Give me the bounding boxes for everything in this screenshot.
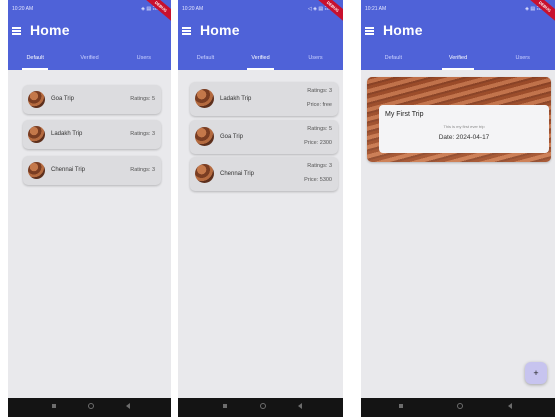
tab-indicator	[22, 68, 49, 70]
tab-label: Default	[196, 55, 215, 61]
status-bar: 10:20 AM ◈ ▤ ☷.ıl ▭	[8, 0, 171, 16]
trip-rating: Ratings: 3	[130, 131, 155, 137]
trip-rating: Ratings: 3	[307, 88, 332, 94]
menu-icon[interactable]	[365, 27, 374, 35]
page-title: Home	[383, 22, 423, 38]
app-bar: 10:20 AM ◈ ▤ ☷.ıl ▭ DEBUG Home Default V…	[8, 0, 171, 70]
tab-default[interactable]: Default	[8, 50, 62, 70]
home-icon[interactable]	[457, 403, 463, 409]
trip-name: Chennai Trip	[220, 171, 255, 177]
screenshot-collage: 10:20 AM ◈ ▤ ☷.ıl ▭ DEBUG Home Default V…	[0, 0, 555, 417]
recents-icon[interactable]	[52, 404, 56, 408]
recents-icon[interactable]	[223, 404, 227, 408]
trip-thumbnail	[195, 89, 214, 108]
back-icon[interactable]	[126, 403, 130, 409]
tab-default[interactable]: Default	[361, 50, 426, 70]
tab-label: Default	[26, 55, 44, 61]
tab-bar: Default Verified Users	[8, 50, 171, 70]
trip-name: Goa Trip	[51, 96, 75, 102]
tab-indicator	[247, 68, 274, 70]
status-bar: 10:21 AM ◈ ▤ ☷.ıl ▭	[361, 0, 555, 16]
trip-thumbnail	[28, 91, 45, 108]
phone-screen-users: 10:21 AM ◈ ▤ ☷.ıl ▭ DEBUG Home Default V…	[361, 0, 555, 417]
trip-price: Price: 2300	[304, 140, 332, 146]
tab-users[interactable]: Users	[490, 50, 555, 70]
trip-title: My First Trip	[385, 111, 424, 118]
trip-rating: Ratings: 5	[307, 126, 332, 132]
tab-label: Users	[515, 55, 530, 61]
trip-thumbnail	[195, 127, 214, 146]
trip-thumbnail	[28, 126, 45, 143]
tab-label: Users	[136, 55, 151, 61]
trip-price: Price: free	[306, 102, 332, 108]
trip-name: Chennai Trip	[51, 167, 86, 173]
tab-users[interactable]: Users	[288, 50, 343, 70]
tab-verified[interactable]: Verified	[233, 50, 288, 70]
back-icon[interactable]	[508, 403, 512, 409]
tab-label: Users	[308, 55, 323, 61]
trip-thumbnail	[28, 162, 45, 179]
menu-icon[interactable]	[12, 27, 21, 35]
trip-card[interactable]: Chennai Trip Ratings: 3 Price: 5300	[190, 157, 338, 191]
tab-label: Verified	[251, 55, 270, 61]
phone-screen-default: 10:20 AM ◈ ▤ ☷.ıl ▭ DEBUG Home Default V…	[8, 0, 171, 417]
trip-description: This is my first ever trip	[443, 124, 485, 129]
tab-users[interactable]: Users	[117, 50, 171, 70]
trip-name: Ladakh Trip	[220, 96, 252, 102]
tab-bar: Default Verified Users	[178, 50, 343, 70]
status-time: 10:20 AM	[12, 6, 34, 12]
trip-name: Ladakh Trip	[51, 131, 83, 137]
system-nav-bar	[178, 398, 343, 417]
status-time: 10:20 AM	[182, 6, 204, 12]
page-title: Home	[30, 22, 70, 38]
tab-verified[interactable]: Verified	[426, 50, 491, 70]
trip-date: Date: 2024-04-17	[438, 134, 490, 141]
page-title: Home	[200, 22, 240, 38]
trip-rating: Ratings: 3	[130, 167, 155, 173]
home-icon[interactable]	[88, 403, 94, 409]
add-trip-button[interactable]: +	[525, 362, 547, 384]
featured-trip-card[interactable]: My First Trip This is my first ever trip…	[367, 77, 551, 162]
back-icon[interactable]	[298, 403, 302, 409]
trip-card[interactable]: Goa Trip Ratings: 5	[23, 85, 161, 114]
trip-rating: Ratings: 3	[307, 163, 332, 169]
menu-icon[interactable]	[182, 27, 191, 35]
recents-icon[interactable]	[399, 404, 403, 408]
home-icon[interactable]	[260, 403, 266, 409]
tab-indicator	[442, 68, 474, 70]
trip-card[interactable]: Goa Trip Ratings: 5 Price: 2300	[190, 120, 338, 154]
trip-price: Price: 5300	[304, 177, 332, 183]
app-bar: 10:21 AM ◈ ▤ ☷.ıl ▭ DEBUG Home Default V…	[361, 0, 555, 70]
phone-screen-verified: 10:20 AM ◁ ◈ ▤ ☷.ıl ▭ DEBUG Home Default…	[178, 0, 343, 417]
tab-label: Default	[384, 55, 403, 61]
tab-bar: Default Verified Users	[361, 50, 555, 70]
trip-rating: Ratings: 5	[130, 96, 155, 102]
trip-name: Goa Trip	[220, 134, 244, 140]
trip-card[interactable]: Chennai Trip Ratings: 3	[23, 156, 161, 185]
system-nav-bar	[8, 398, 171, 417]
trip-card[interactable]: Ladakh Trip Ratings: 3 Price: free	[190, 82, 338, 116]
tab-default[interactable]: Default	[178, 50, 233, 70]
status-time: 10:21 AM	[365, 6, 387, 12]
status-bar: 10:20 AM ◁ ◈ ▤ ☷.ıl ▭	[178, 0, 343, 16]
trip-info-panel: My First Trip This is my first ever trip…	[379, 105, 549, 153]
app-bar: 10:20 AM ◁ ◈ ▤ ☷.ıl ▭ DEBUG Home Default…	[178, 0, 343, 70]
trip-thumbnail	[195, 164, 214, 183]
tab-verified[interactable]: Verified	[62, 50, 116, 70]
trip-card[interactable]: Ladakh Trip Ratings: 3	[23, 120, 161, 149]
tab-label: Verified	[80, 55, 99, 61]
system-nav-bar	[361, 398, 555, 417]
tab-label: Verified	[448, 55, 468, 61]
